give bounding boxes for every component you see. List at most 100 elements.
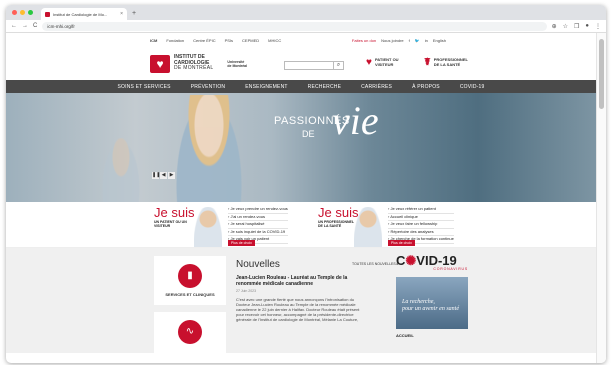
twitter-icon[interactable]: 🐦: [415, 38, 420, 43]
services-card[interactable]: ▮ SERVICES ET CLINIQUES: [154, 256, 226, 305]
patient-link-rdv[interactable]: › Je veux prendre un rendez-vous: [228, 206, 288, 214]
patient-link-have-rdv[interactable]: › J'ai un rendez-vous: [228, 214, 288, 222]
contact-link[interactable]: Nous joindre: [381, 38, 403, 43]
tab-close-icon[interactable]: ×: [120, 11, 123, 17]
pro-title: Je suis: [318, 205, 359, 220]
news-article-date: 27 Juin 2023: [236, 288, 257, 293]
patient-title: Je suis: [154, 205, 195, 220]
virus-icon: ✺: [405, 253, 417, 268]
address-bar-row: ← → C icm-mhi.org/fr ⊕ ☆ ❐ ● ⋮: [6, 20, 606, 33]
second-card[interactable]: ∿: [154, 312, 226, 353]
pro-block: Je suis UN PROFESSIONNEL DE LA SANTÉ: [318, 205, 358, 228]
profile-icon[interactable]: ●: [585, 23, 589, 30]
pro-link-refer[interactable]: › Je veux référer un patient: [388, 206, 454, 214]
logo-line-3: DE MONTRÉAL: [174, 65, 214, 72]
search-icon[interactable]: ⌕: [334, 61, 344, 70]
linkedin-icon[interactable]: in: [425, 38, 428, 43]
new-tab-button[interactable]: +: [132, 8, 136, 20]
pro-more-button[interactable]: Plus de choix: [388, 240, 415, 246]
zoom-icon[interactable]: ⊕: [552, 23, 557, 30]
topnav-link-icm[interactable]: ICM: [150, 38, 157, 43]
link2-line2: DE LA SANTÉ: [433, 62, 461, 67]
patient-more-button[interactable]: Plus de choix: [228, 240, 255, 246]
pro-link-repertoire[interactable]: › Répertoire des analyses: [388, 229, 454, 237]
url-field[interactable]: icm-mhi.org/fr: [42, 21, 547, 31]
scrollbar-thumb[interactable]: [599, 39, 604, 109]
favicon-icon: [45, 11, 50, 17]
content-area: ▮ SERVICES ET CLINIQUES ∿ Nouvelles TOUT…: [6, 248, 596, 353]
covid-title-c: C: [396, 253, 406, 268]
patient-links: › Je veux prendre un rendez-vous › J'ai …: [228, 206, 288, 244]
hero-slogan-3: vie: [332, 98, 379, 143]
prev-icon[interactable]: ◀: [160, 172, 167, 179]
web-page: ICM Fondation Centre ÉPIC PSIs CEPMED MH…: [6, 33, 596, 363]
news-heading: Nouvelles: [236, 259, 280, 270]
news-article-body: C'est avec une grande fierté que nous an…: [236, 296, 360, 323]
nav-enseignement[interactable]: ENSEIGNEMENT: [245, 84, 287, 90]
next-icon[interactable]: ▶: [168, 172, 175, 179]
heart-logo-icon: ♥: [150, 54, 170, 73]
udem-affiliation: Université de Montréal: [227, 60, 247, 68]
donate-link[interactable]: Faites un don: [352, 38, 376, 43]
menu-icon[interactable]: ⋮: [595, 23, 601, 30]
covid-title[interactable]: C✺VID-19: [396, 254, 468, 267]
pro-photo: [354, 207, 382, 247]
forward-icon[interactable]: →: [22, 23, 28, 29]
slider-controls: ❚❚ ◀ ▶: [152, 172, 175, 179]
nav-covid[interactable]: COVID-19: [460, 84, 485, 90]
topnav-link-psis[interactable]: PSIs: [225, 38, 233, 43]
news-article-title[interactable]: Jean-Lucien Rouleau - Lauréat au Temple …: [236, 275, 362, 288]
news-section: Nouvelles TOUTES LES NOUVELLES ▸ Jean-Lu…: [234, 248, 398, 323]
pause-icon[interactable]: ❚❚: [152, 172, 160, 179]
promo-text-1: La recherche,: [402, 299, 435, 305]
pro-link-fellowship[interactable]: › Je veux faire un fellowship: [388, 221, 454, 229]
topnav-link-mhicc[interactable]: MHICC: [268, 38, 281, 43]
nav-apropos[interactable]: À PROPOS: [412, 84, 440, 90]
health-professional-link[interactable]: ☤ PROFESSIONNEL DE LA SANTÉ: [424, 57, 468, 67]
extensions-icon[interactable]: ❐: [574, 23, 579, 30]
patient-link-covid[interactable]: › Je suis inquiet de la COVID-19: [228, 229, 288, 237]
nav-soins[interactable]: SOINS ET SERVICES: [117, 84, 170, 90]
link1-line2: VISITEUR: [374, 62, 394, 67]
main-nav: SOINS ET SERVICES PRÉVENTION ENSEIGNEMEN…: [6, 80, 596, 93]
covid-bottom-label: ACCUEIL: [396, 333, 414, 338]
nav-carrieres[interactable]: CARRIÈRES: [361, 84, 392, 90]
reload-icon[interactable]: C: [33, 23, 37, 29]
nurse-image: [174, 95, 244, 202]
heart-icon: ♥: [366, 56, 372, 68]
nav-prevention[interactable]: PRÉVENTION: [191, 84, 226, 90]
page-scrollbar[interactable]: [596, 33, 606, 363]
icm-logo[interactable]: ♥ INSTITUT DE CARDIOLOGIE DE MONTRÉAL: [150, 54, 214, 73]
patient-subtitle: UN PATIENT OU UN VISITEUR: [154, 220, 187, 228]
services-card-label: SERVICES ET CLINIQUES: [165, 292, 215, 297]
patient-link-hospital[interactable]: › Je serai hospitalisé: [228, 221, 288, 229]
minimize-window-button[interactable]: [20, 10, 25, 15]
heartbeat-icon: ∿: [178, 320, 202, 344]
affil-line-1: Université: [227, 59, 245, 64]
language-link[interactable]: English: [433, 38, 446, 43]
search-input[interactable]: [284, 61, 334, 70]
back-icon[interactable]: ←: [11, 23, 17, 29]
topnav-link-cepmed[interactable]: CEPMED: [242, 38, 259, 43]
topnav-link-epic[interactable]: Centre ÉPIC: [193, 38, 215, 43]
browser-tab[interactable]: Institut de Cardiologie de Mo... ×: [41, 8, 127, 20]
close-window-button[interactable]: [12, 10, 17, 15]
facebook-icon[interactable]: f: [409, 38, 410, 43]
tab-title: Institut de Cardiologie de Mo...: [53, 11, 108, 17]
covid-panel: C✺VID-19 CORONAVIRUS La recherche, pour u…: [396, 254, 468, 338]
pro-links: › Je veux référer un patient › Accueil c…: [388, 206, 454, 244]
patient-visitor-link[interactable]: ♥ PATIENT OU VISITEUR: [366, 57, 399, 67]
research-promo-image[interactable]: La recherche, pour un avenir en santé: [396, 277, 468, 329]
bookmark-star-icon[interactable]: ☆: [563, 23, 568, 30]
top-utility-nav: ICM Fondation Centre ÉPIC PSIs CEPMED MH…: [6, 33, 596, 47]
pro-link-accueil[interactable]: › Accueil clinique: [388, 214, 454, 222]
pro-subtitle: UN PROFESSIONNEL DE LA SANTÉ: [318, 220, 354, 228]
maximize-window-button[interactable]: [28, 10, 33, 15]
site-header: ♥ INSTITUT DE CARDIOLOGIE DE MONTRÉAL Un…: [6, 47, 596, 80]
topnav-link-fondation[interactable]: Fondation: [166, 38, 184, 43]
background-person-image: [101, 138, 141, 202]
nav-recherche[interactable]: RECHERCHE: [308, 84, 341, 90]
all-news-link[interactable]: TOUTES LES NOUVELLES ▸: [352, 262, 398, 266]
promo-text-2: pour un avenir en santé: [402, 306, 459, 312]
browser-window: Institut de Cardiologie de Mo... × + ← →…: [6, 5, 606, 363]
